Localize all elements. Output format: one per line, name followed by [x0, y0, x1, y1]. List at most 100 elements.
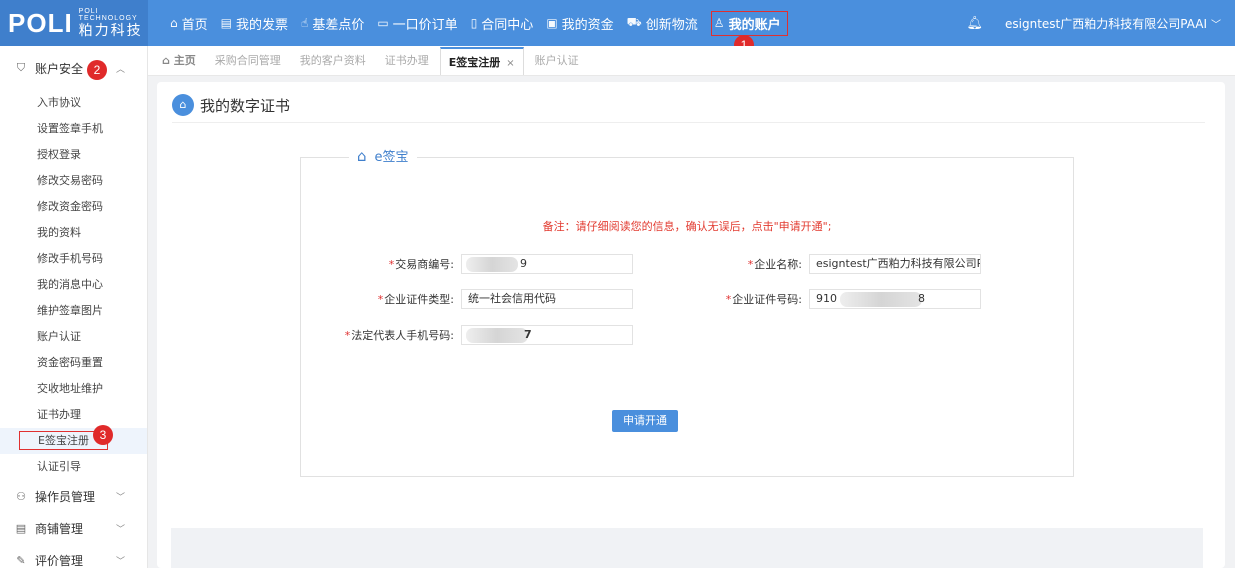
- trader-no-value: 9: [520, 257, 527, 270]
- invoice-icon: ▤: [220, 16, 232, 30]
- sidebar-group-label: 操作员管理: [35, 489, 96, 504]
- cert-no-input[interactable]: 910 8: [809, 289, 981, 309]
- order-icon: ▭: [377, 16, 389, 30]
- phone-value: 7: [524, 328, 532, 341]
- field-cert-no: *企业证件号码: 910 8: [711, 289, 981, 309]
- sidebar-item-verify-guide[interactable]: 认证引导: [0, 454, 147, 480]
- sidebar-item-label: 我的资料: [37, 226, 81, 239]
- nav-invoice[interactable]: ▤ 我的发票: [221, 14, 288, 33]
- sidebar-item-auth-login[interactable]: 授权登录: [0, 142, 147, 168]
- sidebar-item-certificate[interactable]: 证书办理: [0, 402, 147, 428]
- truck-icon: ⛟: [626, 15, 642, 29]
- cert-no-suffix: 8: [918, 292, 925, 305]
- sidebar-group-review[interactable]: ✎ 评价管理 ﹀: [0, 544, 147, 568]
- sidebar-item-fund-password-reset[interactable]: 资金密码重置: [0, 350, 147, 376]
- sidebar-item-esign-register[interactable]: E签宝注册: [0, 428, 147, 454]
- sidebar-group-shop[interactable]: ▤ 商铺管理 ﹀: [0, 512, 147, 544]
- sidebar-item-trade-password[interactable]: 修改交易密码: [0, 168, 147, 194]
- nav-my-funds[interactable]: ▣ 我的资金: [546, 14, 613, 33]
- wallet-icon: ▣: [546, 16, 558, 30]
- nav-basis-pricing-label: 基差点价: [312, 17, 365, 33]
- sidebar-item-label: 授权登录: [37, 148, 81, 161]
- phone-input[interactable]: 7: [461, 325, 633, 345]
- field-legal-rep-phone: *法定代表人手机号码: 7: [311, 325, 633, 345]
- user-menu[interactable]: esigntest广西粕力科技有限公司PAAI ﹀: [1005, 15, 1221, 32]
- sidebar-item-label: 修改手机号码: [37, 252, 103, 265]
- phone-label-text: 法定代表人手机号码:: [351, 329, 454, 342]
- nav-contract-center[interactable]: ▯ 合同中心: [471, 14, 534, 33]
- esign-form: ⌂ e签宝 备注：请仔细阅读您的信息，确认无误后，点击"申请开通"; *交易商编…: [300, 146, 1074, 477]
- logo-subtext: POLI TECHNOLOGY 粕力科技: [79, 8, 143, 38]
- nav-fixed-price-order[interactable]: ▭ 一口价订单: [377, 14, 457, 33]
- nav-my-account-label: 我的账户: [728, 17, 781, 33]
- nav-home[interactable]: ⌂ 首页: [170, 14, 208, 33]
- tab-label: 我的客户资料: [299, 54, 366, 67]
- field-trader-no: *交易商编号: 9: [311, 254, 633, 274]
- logo-cn: 粕力科技: [78, 23, 143, 39]
- sidebar-item-sign-phone[interactable]: 设置签章手机: [0, 116, 147, 142]
- tab-home[interactable]: ⌂ 主页: [154, 47, 204, 75]
- tab-label: 账户认证: [534, 54, 579, 67]
- trader-no-input[interactable]: 9: [461, 254, 633, 274]
- sidebar-item-label: 资金密码重置: [37, 356, 103, 369]
- nav-my-account[interactable]: ♙ 我的账户: [710, 10, 788, 36]
- user-name: esigntest广西粕力科技有限公司PAAI: [1005, 16, 1207, 31]
- home-icon: ⌂: [170, 16, 178, 30]
- logo-sub-mid: TECHNOLOGY: [78, 15, 138, 22]
- logo[interactable]: POLI POLI TECHNOLOGY 粕力科技: [0, 0, 148, 46]
- nav-fixed-price-order-label: 一口价订单: [392, 17, 458, 33]
- document-icon: ▯: [470, 16, 478, 30]
- tab-purchase-contract[interactable]: 采购合同管理: [207, 47, 289, 75]
- chevron-down-icon: ﹀: [115, 492, 125, 503]
- shop-icon: ▤: [15, 521, 27, 535]
- tab-account-verify[interactable]: 账户认证: [527, 47, 587, 75]
- logo-text: POLI: [8, 7, 73, 38]
- sidebar-group-account-security[interactable]: ⛉ 账户安全 ︿: [0, 46, 147, 90]
- cert-no-label-text: 企业证件号码:: [732, 293, 802, 306]
- sidebar-item-market-agreement[interactable]: 入市协议: [0, 90, 147, 116]
- required-mark: *: [388, 258, 395, 271]
- home-icon: ⌂: [357, 146, 367, 165]
- sidebar-item-change-phone[interactable]: 修改手机号码: [0, 246, 147, 272]
- sidebar-item-label: 设置签章手机: [37, 122, 103, 135]
- hand-icon: ☝: [301, 16, 309, 30]
- company-name-input[interactable]: esigntest广西粕力科技有限公司PA: [809, 254, 981, 274]
- form-legend: ⌂ e签宝: [349, 146, 417, 165]
- redaction: [466, 328, 528, 343]
- sidebar-group-operators[interactable]: ⚇ 操作员管理 ﹀: [0, 480, 147, 512]
- nav-basis-pricing[interactable]: ☝ 基差点价: [301, 14, 364, 33]
- cert-type-select[interactable]: 统一社会信用代码: [461, 289, 633, 309]
- content-card: ⌂ 我的数字证书 ⌂ e签宝 备注：请仔细阅读您的信息，确认无误后，点击"申请开…: [157, 82, 1225, 568]
- sidebar-item-message-center[interactable]: 我的消息中心: [0, 272, 147, 298]
- sidebar-item-my-profile[interactable]: 我的资料: [0, 220, 147, 246]
- tab-label: 采购合同管理: [214, 54, 281, 67]
- home-icon: ⌂: [162, 54, 174, 67]
- cert-no-label: *企业证件号码:: [711, 291, 802, 307]
- cert-type-label: *企业证件类型:: [311, 291, 454, 307]
- nav-contract-center-label: 合同中心: [481, 17, 534, 33]
- home-icon: ⌂: [172, 94, 194, 116]
- bell-icon[interactable]: 🔔︎: [966, 16, 983, 31]
- sidebar-item-label: 入市协议: [37, 96, 81, 109]
- chevron-up-icon: ︿: [115, 64, 125, 75]
- field-company-name: *企业名称: esigntest广西粕力科技有限公司PA: [711, 254, 981, 274]
- sidebar-item-signature-image[interactable]: 维护签章图片: [0, 298, 147, 324]
- sidebar-item-label: 修改资金密码: [37, 200, 103, 213]
- apply-button[interactable]: 申请开通: [612, 410, 678, 432]
- redaction: [840, 292, 922, 307]
- sidebar-item-account-verify[interactable]: 账户认证: [0, 324, 147, 350]
- sidebar-item-fund-password[interactable]: 修改资金密码: [0, 194, 147, 220]
- annotation-badge-3: 3: [93, 425, 113, 445]
- tab-customer-profile[interactable]: 我的客户资料: [292, 47, 374, 75]
- sidebar-item-label: 证书办理: [37, 408, 81, 421]
- close-icon[interactable]: ×: [506, 58, 514, 69]
- tab-esign-register[interactable]: E签宝注册 ×: [439, 47, 524, 75]
- sidebar-item-delivery-address[interactable]: 交收地址维护: [0, 376, 147, 402]
- tab-certificate[interactable]: 证书办理: [377, 47, 437, 75]
- cert-type-label-text: 企业证件类型:: [384, 293, 454, 306]
- nav-logistics[interactable]: ⛟ 创新物流: [627, 14, 698, 33]
- cert-no-prefix: 910: [816, 292, 837, 305]
- required-mark: *: [725, 293, 732, 306]
- bottom-panel: [171, 528, 1203, 568]
- sidebar-item-label: 修改交易密码: [37, 174, 103, 187]
